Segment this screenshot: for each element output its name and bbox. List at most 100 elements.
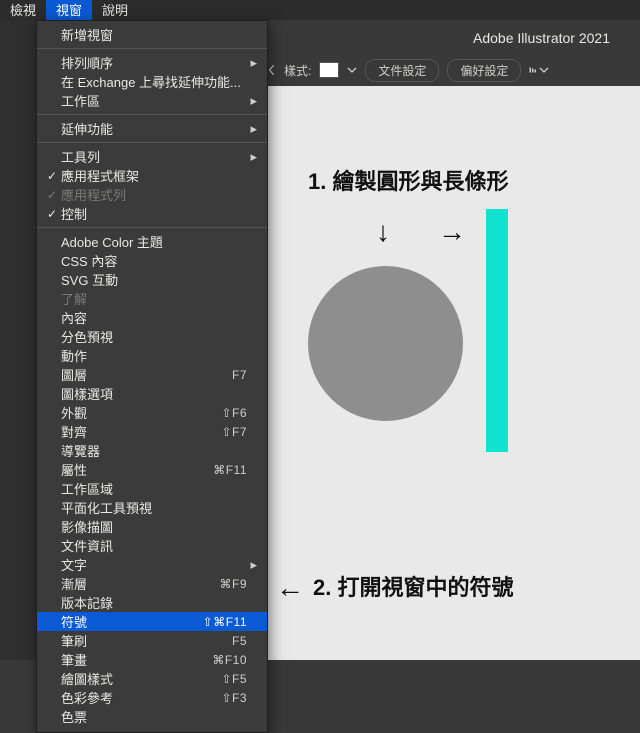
left-panel-strip — [0, 20, 36, 660]
menu-item[interactable]: 導覽器 — [37, 441, 267, 460]
menu-item[interactable]: 延伸功能 ▸ — [37, 119, 267, 138]
menu-item[interactable]: 色彩參考⇧F3 — [37, 688, 267, 707]
submenu-arrow-icon: ▸ — [247, 557, 257, 573]
menu-item[interactable]: 排列順序▸ — [37, 53, 267, 72]
menu-item-shortcut: ⇧F6 — [221, 406, 247, 420]
menu-item[interactable]: 漸層 ⌘F9 — [37, 574, 267, 593]
menu-item[interactable]: 在 Exchange 上尋找延伸功能... — [37, 72, 267, 91]
menu-item-label: 了解 — [59, 289, 87, 308]
menu-item-label: 內容 — [59, 308, 87, 327]
menu-item-label: 對齊 — [59, 422, 87, 441]
menu-item[interactable]: 文件資訊 — [37, 536, 267, 555]
menu-item[interactable]: ✓控制 — [37, 204, 267, 223]
menu-item[interactable]: 外觀 ⇧F6 — [37, 403, 267, 422]
menu-item-label: 版本記錄 — [59, 593, 113, 612]
shape-bar[interactable] — [486, 209, 508, 452]
menu-separator — [37, 142, 267, 143]
menu-item[interactable]: Adobe Color 主題 — [37, 232, 267, 251]
check-icon: ✓ — [45, 207, 59, 221]
menu-item-shortcut: ⇧F5 — [221, 672, 247, 686]
check-icon: ✓ — [45, 169, 59, 183]
style-swatch[interactable] — [319, 62, 339, 78]
menu-item[interactable]: 工作區域 — [37, 479, 267, 498]
menu-help[interactable]: 說明 — [92, 0, 138, 20]
menu-item-label: 文件資訊 — [59, 536, 113, 555]
menu-item-label: 屬性 — [59, 460, 87, 479]
menu-item-label: 排列順序 — [59, 53, 113, 72]
menu-item-label: 繪圖樣式 — [59, 669, 113, 688]
menu-item[interactable]: 動作 — [37, 346, 267, 365]
menu-item[interactable]: 內容 — [37, 308, 267, 327]
menu-item[interactable]: 影像描圖 — [37, 517, 267, 536]
menu-item[interactable]: SVG 互動 — [37, 270, 267, 289]
canvas[interactable]: 1. 繪製圓形與長條形 ↓ → ← 2. 打開視窗中的符號 — [268, 86, 640, 660]
menu-window[interactable]: 視窗 — [46, 0, 92, 20]
menu-item: ✓應用程式列 — [37, 185, 267, 204]
menu-item[interactable]: 圖層 F7 — [37, 365, 267, 384]
menu-item[interactable]: CSS 內容 — [37, 251, 267, 270]
menu-item-label: 分色預視 — [59, 327, 113, 346]
menu-item[interactable]: 平面化工具預視 — [37, 498, 267, 517]
menu-item-label: 在 Exchange 上尋找延伸功能... — [59, 72, 241, 91]
control-bar: 樣式: 文件設定 偏好設定 — [268, 58, 634, 82]
menu-item-label: 影像描圖 — [59, 517, 113, 536]
window-menu-dropdown: 新增視窗排列順序▸在 Exchange 上尋找延伸功能...工作區▸延伸功能▸工… — [36, 20, 268, 733]
submenu-arrow-icon: ▸ — [247, 149, 257, 165]
menu-item[interactable]: 屬性 ⌘F11 — [37, 460, 267, 479]
menu-separator — [37, 227, 267, 228]
menu-item-shortcut: ⌘F9 — [219, 577, 247, 591]
menu-item[interactable]: ✓應用程式框架 — [37, 166, 267, 185]
menu-item[interactable]: 筆刷F5 — [37, 631, 267, 650]
shape-circle[interactable] — [308, 266, 463, 421]
menu-item-label: CSS 內容 — [59, 251, 117, 270]
menu-item-label: 外觀 — [59, 403, 87, 422]
submenu-arrow-icon: ▸ — [247, 121, 257, 137]
menu-item-label: Adobe Color 主題 — [59, 232, 163, 251]
menu-item-shortcut: F5 — [232, 634, 247, 648]
menu-item-label: 圖層 — [59, 365, 87, 384]
menu-item[interactable]: 色票 — [37, 707, 267, 726]
menu-item-label: 應用程式列 — [59, 185, 126, 204]
menu-item-shortcut: F7 — [232, 368, 247, 382]
menu-view[interactable]: 檢視 — [0, 0, 46, 20]
preferences-button[interactable]: 偏好設定 — [447, 59, 521, 82]
menu-item[interactable]: 工作區▸ — [37, 91, 267, 110]
menu-item-shortcut: ⌘F11 — [213, 463, 247, 477]
app-title: Adobe Illustrator 2021 — [473, 30, 610, 46]
annotation-step1: 1. 繪製圓形與長條形 — [308, 164, 508, 196]
menu-item[interactable]: 新增視窗 — [37, 25, 267, 44]
menubar: 檢視 視窗 說明 — [0, 0, 640, 20]
menu-item[interactable]: 版本記錄 — [37, 593, 267, 612]
menu-item[interactable]: 繪圖樣式 ⇧F5 — [37, 669, 267, 688]
chevron-down-icon[interactable] — [347, 65, 357, 75]
menu-item-label: 符號 — [59, 612, 87, 631]
angle-bracket-icon[interactable] — [268, 64, 276, 76]
check-icon: ✓ — [45, 188, 59, 202]
arrow-down-icon: ↓ — [376, 216, 390, 248]
menu-item-label: 圖樣選項 — [59, 384, 113, 403]
align-panel-icon[interactable] — [529, 62, 549, 78]
menu-item-label: SVG 互動 — [59, 270, 118, 289]
menu-item[interactable]: 符號⇧⌘F11 — [37, 612, 267, 631]
menu-item-label: 平面化工具預視 — [59, 498, 152, 517]
menu-item-shortcut: ⇧F3 — [221, 691, 247, 705]
menu-item-label: 導覽器 — [59, 441, 100, 460]
menu-separator — [37, 114, 267, 115]
menu-item-label: 動作 — [59, 346, 87, 365]
document-setup-button[interactable]: 文件設定 — [365, 59, 439, 82]
menu-item-label: 延伸功能 — [59, 119, 113, 138]
menu-item[interactable]: 文字 ▸ — [37, 555, 267, 574]
menu-item[interactable]: 圖樣選項 — [37, 384, 267, 403]
menu-item: 了解 — [37, 289, 267, 308]
menu-item-label: 工具列 — [59, 147, 100, 166]
menu-item-label: 應用程式框架 — [59, 166, 139, 185]
menu-item-label: 漸層 — [59, 574, 87, 593]
submenu-arrow-icon: ▸ — [247, 93, 257, 109]
menu-item-label: 文字 — [59, 555, 87, 574]
menu-item[interactable]: 工具列 ▸ — [37, 147, 267, 166]
menu-separator — [37, 48, 267, 49]
annotation-step2: 2. 打開視窗中的符號 — [313, 570, 513, 602]
arrow-left-icon: ← — [276, 572, 304, 604]
menu-item[interactable]: 分色預視 — [37, 327, 267, 346]
menu-item[interactable]: 對齊⇧F7 — [37, 422, 267, 441]
